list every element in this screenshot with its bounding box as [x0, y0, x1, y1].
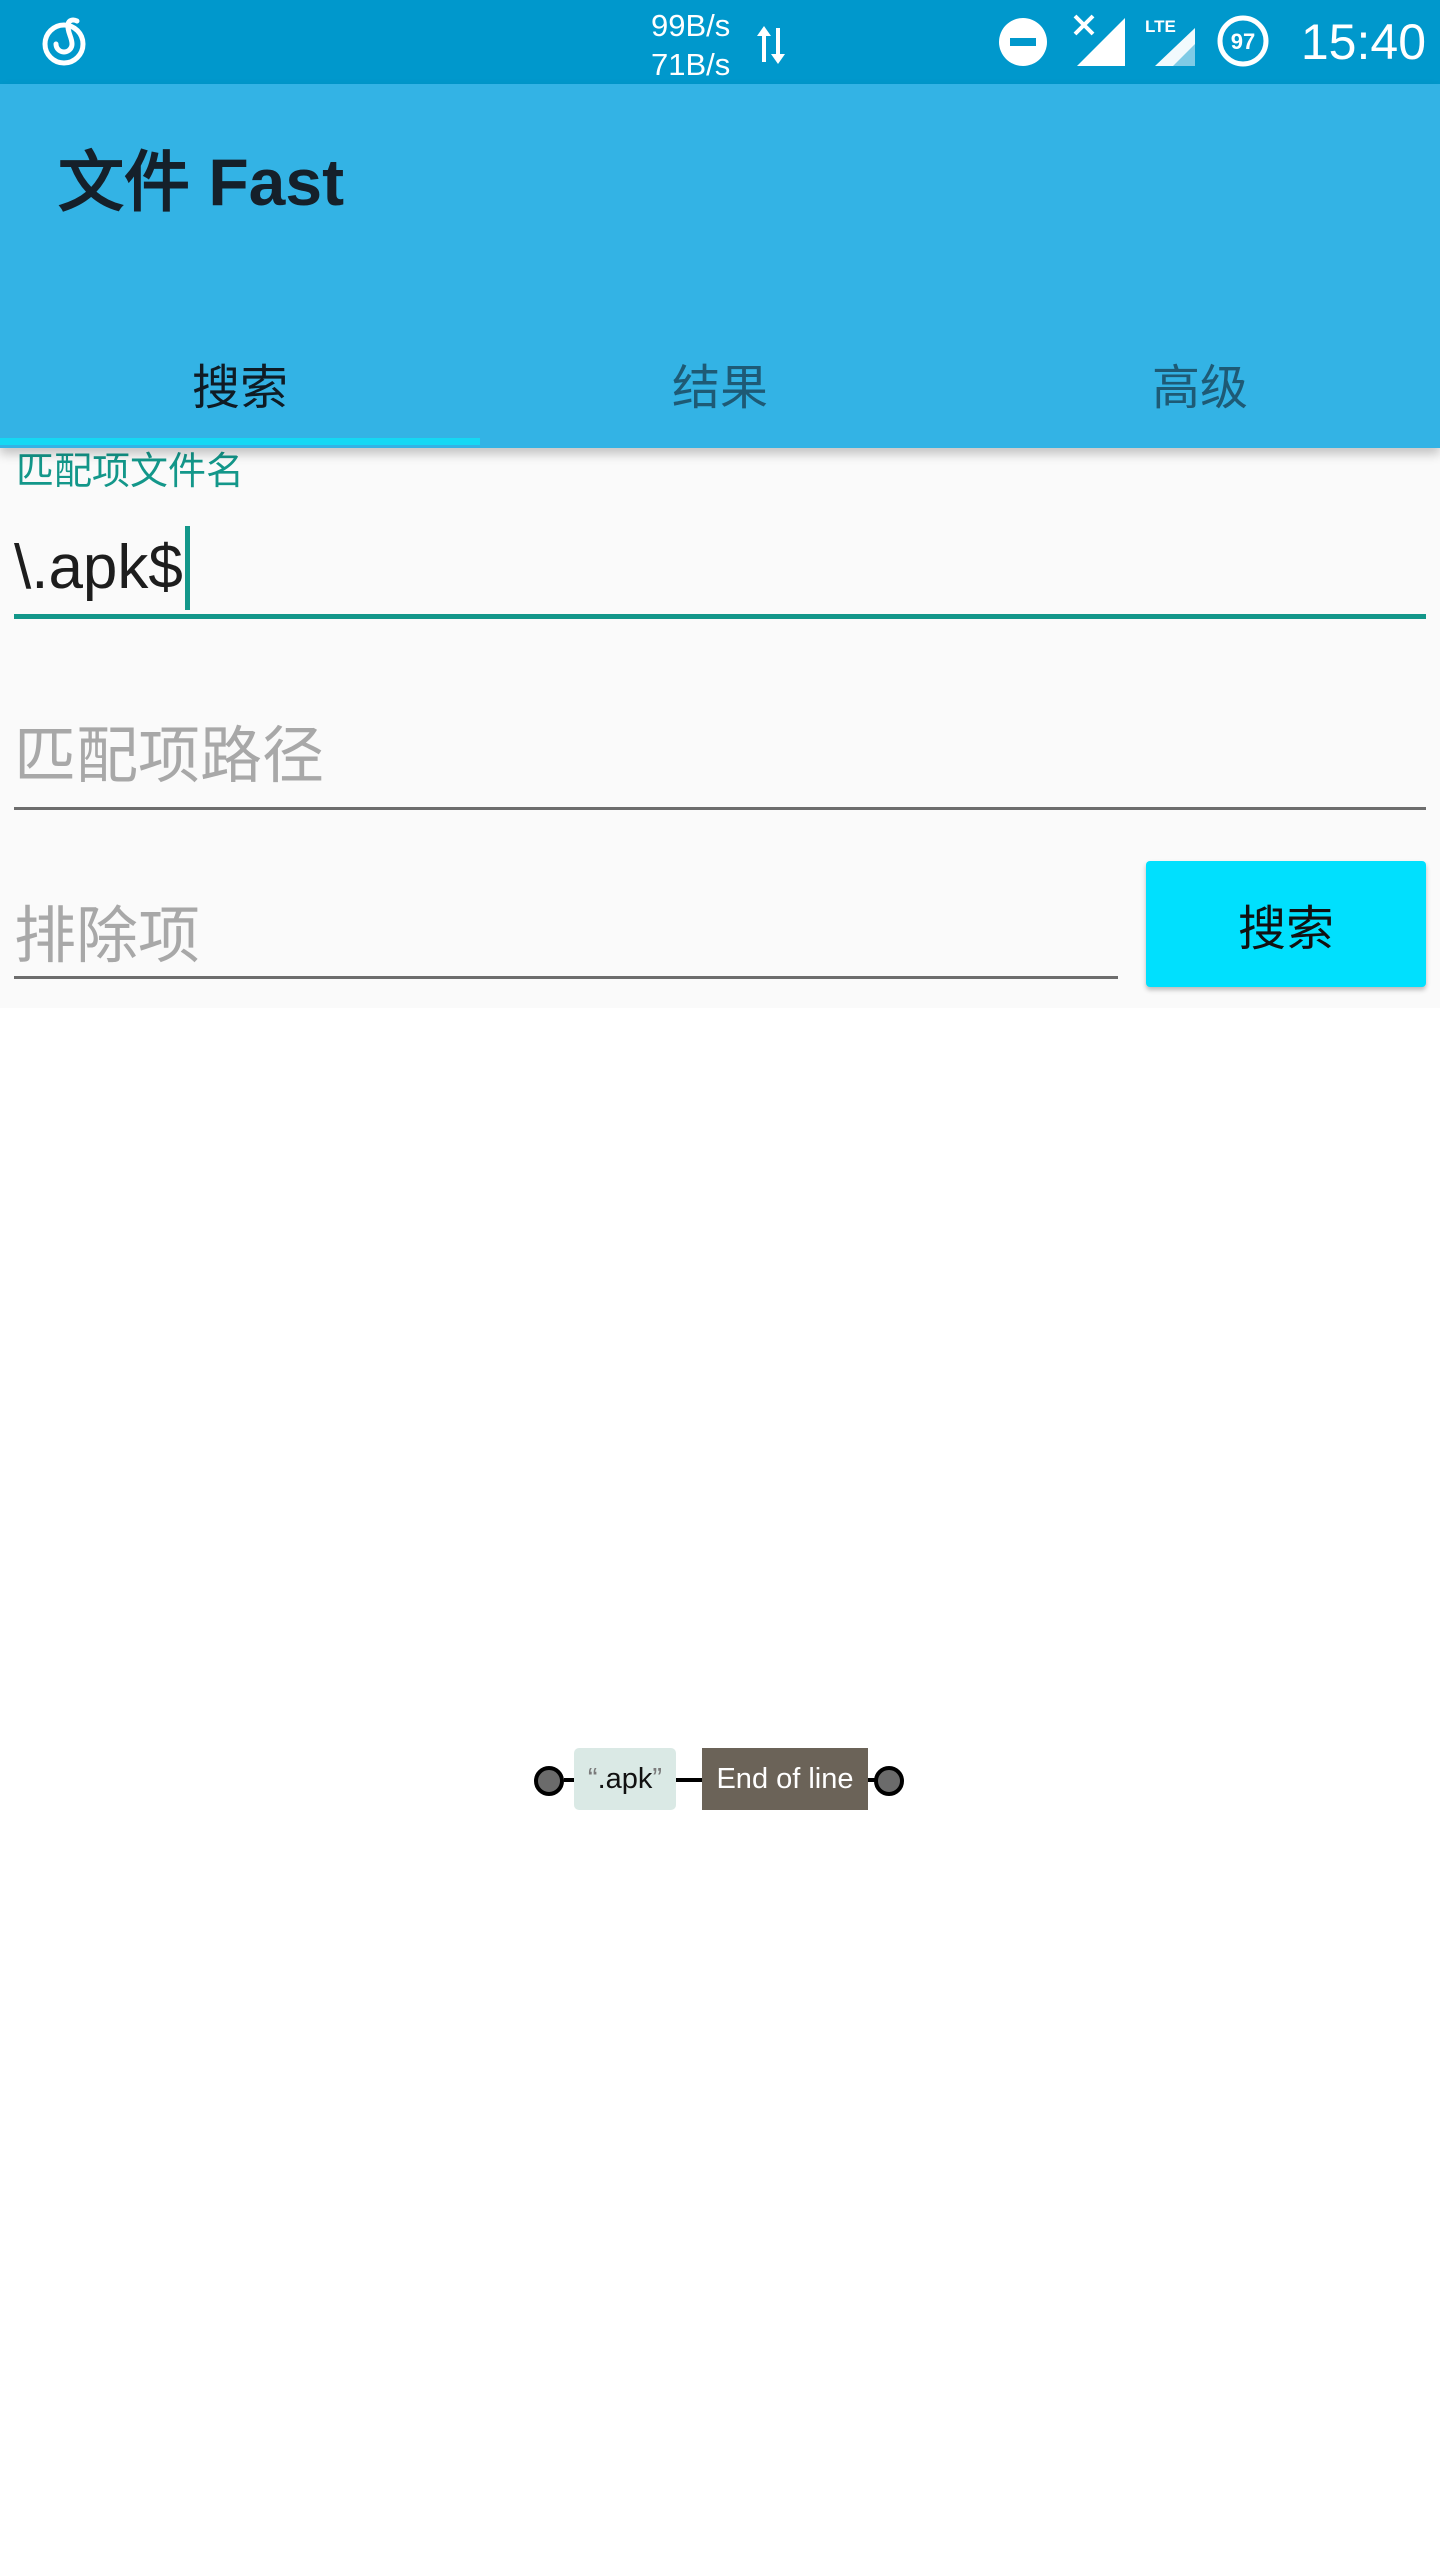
literal-open-quote: “ [587, 1762, 598, 1795]
path-input[interactable]: 匹配项路径 [14, 718, 324, 794]
status-bar: 99B/s 71B/s LTE 97 15:40 [0, 0, 1440, 84]
railroad-anchor-node: End of line [702, 1748, 868, 1810]
exclude-input[interactable]: 排除项 [14, 898, 200, 974]
network-speed: 99B/s 71B/s [651, 6, 751, 84]
railroad-connector [676, 1778, 702, 1782]
tab-bar: 搜索 结果 高级 [0, 318, 1440, 448]
lte-label: LTE [1145, 17, 1176, 36]
railroad-connector [564, 1778, 574, 1782]
data-transfer-arrows-icon [757, 26, 785, 64]
filename-field-label: 匹配项文件名 [16, 449, 245, 493]
railroad-end-node [874, 1766, 904, 1796]
path-input-underline [14, 807, 1426, 810]
netease-music-icon [42, 17, 86, 66]
railroad-literal-node: “.apk” [574, 1748, 676, 1810]
tab-search[interactable]: 搜索 [0, 318, 480, 448]
regex-railroad-diagram: “.apk” End of line [520, 1740, 920, 1820]
status-time: 15:40 [1300, 14, 1426, 70]
search-form: 匹配项文件名 \.apk$ 匹配项路径 排除项 搜索 [0, 448, 1440, 1008]
battery-ring-icon: 97 [1217, 15, 1269, 67]
app-title: 文件 Fast [58, 145, 345, 219]
exclude-input-underline [14, 976, 1118, 979]
tab-search-label: 搜索 [191, 360, 288, 416]
download-speed: 71B/s [651, 47, 731, 82]
exclude-input-placeholder: 排除项 [14, 899, 201, 972]
app-bar: 文件 Fast 搜索 结果 高级 [0, 84, 1440, 448]
tab-results[interactable]: 结果 [480, 318, 960, 448]
literal-close-quote: ” [652, 1762, 663, 1795]
filename-input-underline [14, 614, 1426, 619]
filename-input[interactable]: \.apk$ [14, 526, 190, 610]
filename-input-value: \.apk$ [14, 533, 183, 602]
path-input-placeholder: 匹配项路径 [14, 719, 325, 792]
tab-advanced[interactable]: 高级 [960, 318, 1440, 448]
signal-no-sim-icon [1073, 14, 1125, 66]
tab-results-label: 结果 [671, 360, 768, 416]
literal-text: .apk [597, 1762, 653, 1795]
tab-advanced-label: 高级 [1151, 360, 1248, 416]
signal-lte-icon: LTE [1145, 17, 1195, 66]
text-cursor [184, 526, 190, 610]
railroad-start-node [534, 1766, 564, 1796]
tab-indicator [0, 438, 480, 445]
upload-speed: 99B/s [651, 8, 731, 43]
do-not-disturb-icon [999, 18, 1047, 66]
search-button[interactable]: 搜索 [1146, 861, 1426, 987]
battery-level: 97 [1231, 29, 1255, 54]
